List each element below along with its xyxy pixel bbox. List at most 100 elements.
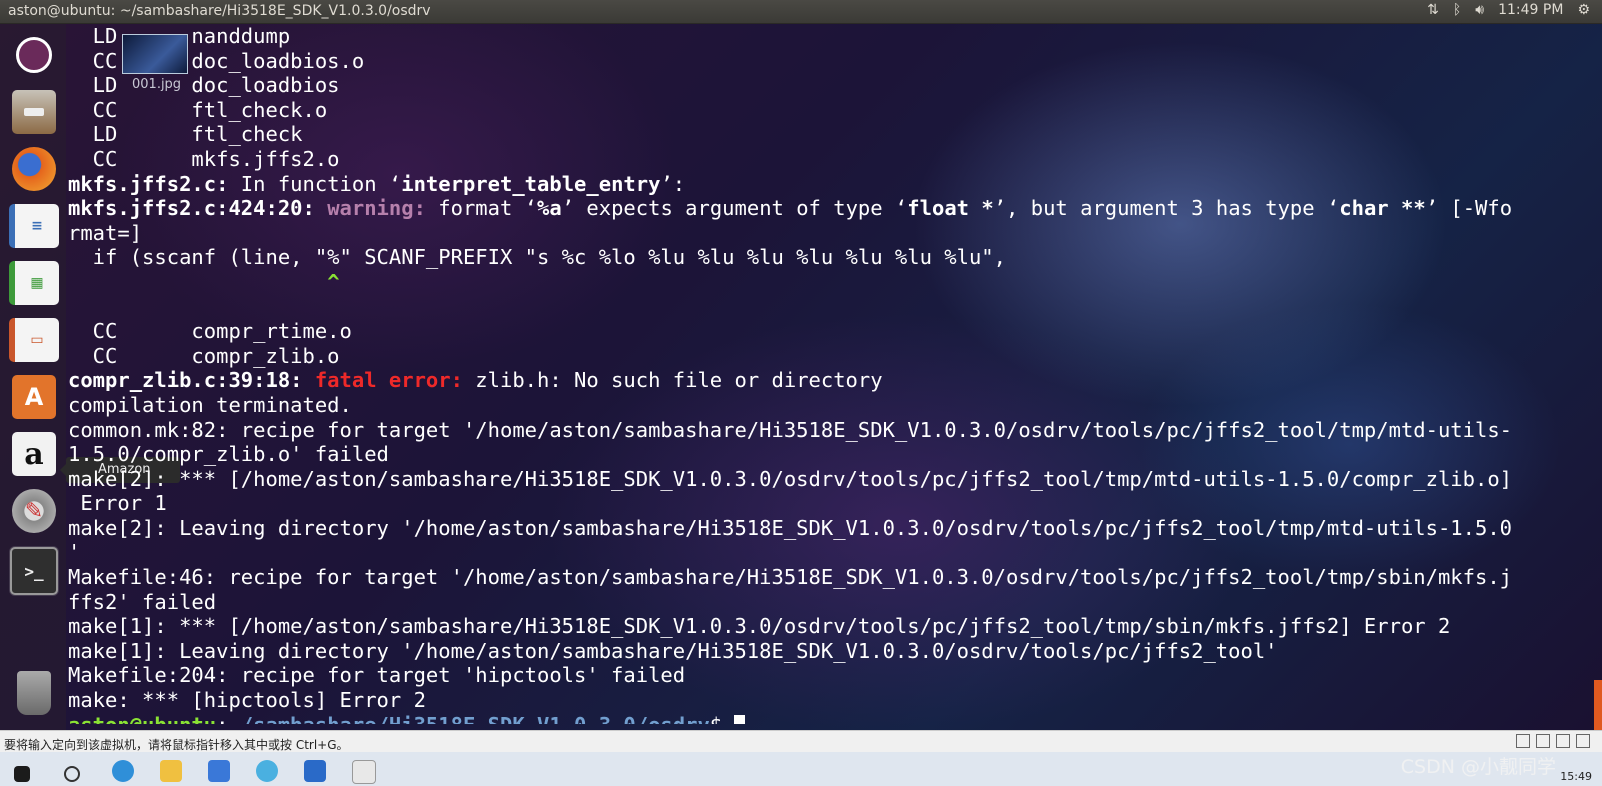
ubuntu-dash-icon[interactable] <box>9 30 59 80</box>
terminal-line: LD doc_loadbios <box>68 73 1602 98</box>
settings-gear-icon[interactable]: ⚙ <box>1577 2 1590 18</box>
terminal-line: aston@ubuntu:~/sambashare/Hi3518E_SDK_V1… <box>68 713 1602 724</box>
calc-icon[interactable]: ▦ <box>9 258 59 308</box>
vm-status-message: 要将输入定向到该虚拟机，请将鼠标指针移入其中或按 Ctrl+G。 <box>4 738 349 752</box>
terminal-text: compilation terminated. <box>68 392 352 417</box>
terminal-text: LD doc_loadbios <box>68 73 340 98</box>
vm-device-icon[interactable] <box>1576 734 1590 748</box>
csdn-watermark: CSDN @小靓同学 <box>1400 756 1556 778</box>
terminal-text: ^ <box>327 269 340 294</box>
browser-icon[interactable] <box>256 760 278 782</box>
scrollbar-handle[interactable] <box>1594 680 1602 730</box>
network-icon[interactable]: ⇅ <box>1427 2 1439 18</box>
terminal-text: 1.5.0/compr_zlib.o' failed <box>68 442 389 467</box>
terminal-output[interactable]: LD nanddump CC doc_loadbios.o LD doc_loa… <box>68 24 1602 724</box>
terminal-text: $ <box>710 713 735 724</box>
software-center-icon[interactable]: A <box>9 372 59 422</box>
terminal-text: interpret_table_entry <box>401 171 661 196</box>
volume-icon[interactable]: 🔊︎ <box>1475 2 1484 18</box>
terminal-line: make[1]: Leaving directory '/home/aston/… <box>68 639 1602 664</box>
terminal-text: mkfs.jffs2.c:424:20: <box>68 196 315 221</box>
terminal-text: CC compr_rtime.o <box>68 319 352 344</box>
terminal-line: ffs2' failed <box>68 590 1602 615</box>
terminal-text: warning: <box>327 196 426 221</box>
terminal-line: ^ <box>68 270 1602 295</box>
terminal-line: Makefile:46: recipe for target '/home/as… <box>68 565 1602 590</box>
terminal-text: LD nanddump <box>68 24 291 48</box>
terminal-line: LD ftl_check <box>68 122 1602 147</box>
edge-icon[interactable] <box>112 760 134 782</box>
terminal-line: rmat=] <box>68 221 1602 246</box>
terminal-text: %a <box>537 196 562 221</box>
terminal-text: CC compr_zlib.o <box>68 343 340 368</box>
terminal-text: make[1]: Leaving directory '/home/aston/… <box>68 638 1278 663</box>
system-settings-icon[interactable]: ✎ <box>9 486 59 536</box>
explorer-icon[interactable] <box>160 760 182 782</box>
terminal-line: CC ftl_check.o <box>68 98 1602 123</box>
terminal-line: 1.5.0/compr_zlib.o' failed <box>68 442 1602 467</box>
terminal-text: CC mkfs.jffs2.o <box>68 146 340 171</box>
vm-device-icon[interactable] <box>1516 734 1530 748</box>
search-icon[interactable] <box>64 766 80 782</box>
system-tray: ⇅ ᛒ 🔊︎ 11:49 PM ⚙ <box>1427 2 1590 18</box>
terminal-text: compr_zlib.c:39:18: <box>68 368 303 393</box>
bluetooth-icon[interactable]: ᛒ <box>1453 2 1461 18</box>
terminal-text: format ‘ <box>425 196 538 221</box>
top-panel: aston@ubuntu: ~/sambashare/Hi3518E_SDK_V… <box>0 0 1602 24</box>
terminal-text: mkfs.jffs2.c: <box>68 171 229 196</box>
window-title: aston@ubuntu: ~/sambashare/Hi3518E_SDK_V… <box>8 3 431 19</box>
vm-device-icon[interactable] <box>1556 734 1570 748</box>
terminal-text: LD ftl_check <box>68 122 303 147</box>
terminal-text: CC ftl_check.o <box>68 97 328 122</box>
terminal-text: zlib.h: No such file or directory <box>462 368 883 393</box>
host-clock: 15:49 <box>1560 770 1592 783</box>
terminal-text: Error 1 <box>68 491 167 516</box>
host-taskbar <box>0 752 1602 786</box>
files-icon[interactable] <box>9 87 59 137</box>
windows-start-icon[interactable] <box>14 766 30 782</box>
terminal-line: make[2]: Leaving directory '/home/aston/… <box>68 516 1602 541</box>
firefox-icon[interactable] <box>9 144 59 194</box>
terminal-text: make: *** [hipctools] Error 2 <box>68 688 426 713</box>
terminal-text: ' <box>68 540 81 565</box>
terminal-line: mkfs.jffs2.c:424:20: warning: format ‘%a… <box>68 196 1602 221</box>
terminal-text: make[1]: *** [/home/aston/sambashare/Hi3… <box>68 614 1451 639</box>
terminal-line: make[1]: *** [/home/aston/sambashare/Hi3… <box>68 614 1602 639</box>
terminal-icon[interactable]: >_ <box>9 546 59 596</box>
terminal-text: fatal error: <box>314 368 463 393</box>
terminal-line: compr_zlib.c:39:18: fatal error: zlib.h:… <box>68 368 1602 393</box>
vmware-icon[interactable] <box>304 760 326 782</box>
terminal-line: make: *** [hipctools] Error 2 <box>68 688 1602 713</box>
terminal-text: common.mk:82: recipe for target '/home/a… <box>68 417 1513 442</box>
terminal-text: ffs2' failed <box>68 589 217 614</box>
terminal-line: CC doc_loadbios.o <box>68 49 1602 74</box>
terminal-line: make[2]: *** [/home/aston/sambashare/Hi3… <box>68 467 1602 492</box>
terminal-text: rmat=] <box>68 220 143 245</box>
terminal-text: ’ [-Wfo <box>1425 196 1513 221</box>
terminal-text: char ** <box>1339 196 1426 221</box>
terminal-line: common.mk:82: recipe for target '/home/a… <box>68 418 1602 443</box>
terminal-text: ’ expects argument of type ‘ <box>561 196 908 221</box>
trash-icon[interactable] <box>9 668 59 718</box>
taskbar-app-icon[interactable] <box>208 760 230 782</box>
taskbar-app-icon[interactable] <box>352 760 376 784</box>
terminal-cursor <box>734 714 746 724</box>
vm-status-bar: 要将输入定向到该虚拟机，请将鼠标指针移入其中或按 Ctrl+G。 <box>0 730 1602 752</box>
terminal-text: Makefile:46: recipe for target '/home/as… <box>68 565 1513 590</box>
writer-icon[interactable]: ≡ <box>9 201 59 251</box>
launcher: ≡ ▦ ▭ A a ✎ >_ <box>0 24 66 748</box>
impress-icon[interactable]: ▭ <box>9 315 59 365</box>
terminal-line: CC compr_zlib.o <box>68 344 1602 369</box>
vm-device-icon[interactable] <box>1536 734 1550 748</box>
terminal-text: CC doc_loadbios.o <box>68 48 365 73</box>
terminal-text: make[2]: *** [/home/aston/sambashare/Hi3… <box>68 466 1513 491</box>
terminal-text: if (sscanf (line, "%" SCANF_PREFIX "s %c… <box>68 245 1006 270</box>
amazon-icon[interactable]: a <box>9 429 59 479</box>
clock[interactable]: 11:49 PM <box>1498 2 1563 18</box>
terminal-text: ’: <box>660 171 686 196</box>
terminal-text: : <box>216 713 228 724</box>
